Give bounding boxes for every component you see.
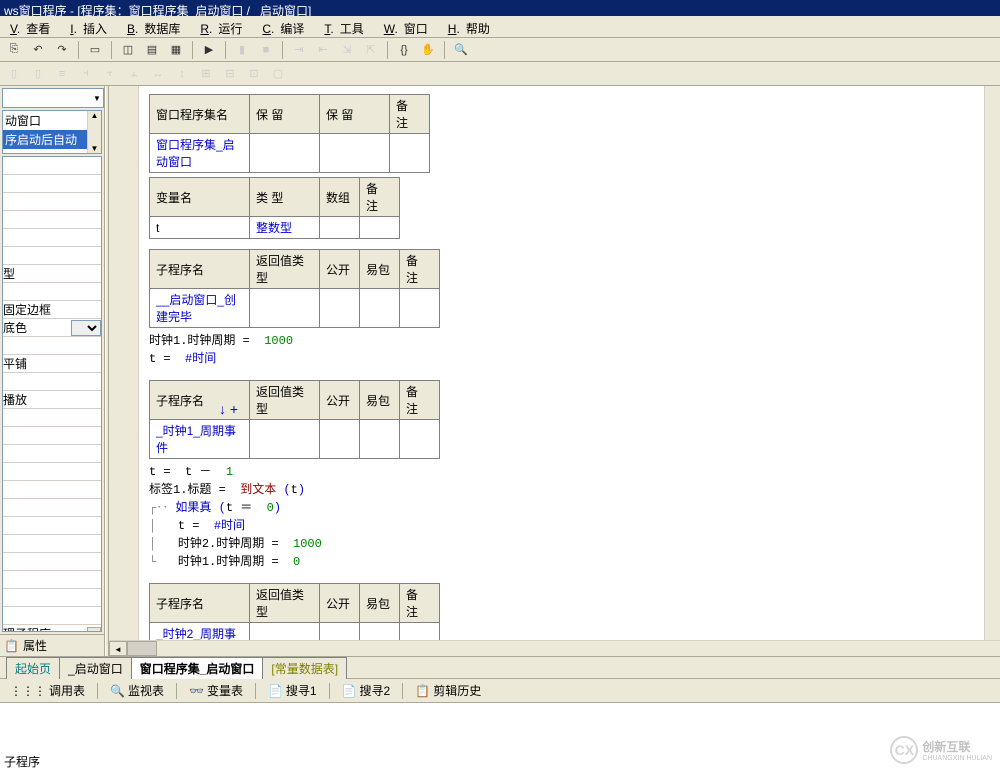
step2-icon[interactable]: ⇤ bbox=[313, 40, 333, 60]
title-bar: ws窗口程序 - [程序集：窗口程序集_启动窗口 / _启动窗口] bbox=[0, 0, 1000, 16]
var-type[interactable]: 整数型 bbox=[250, 217, 320, 239]
bottom-toolbar: ⋮⋮⋮调用表 🔍监视表 👓变量表 📄搜寻1 📄搜寻2 📋剪辑历史 bbox=[0, 678, 1000, 702]
align12-icon[interactable]: ▢ bbox=[268, 64, 288, 84]
menu-help[interactable]: H.帮助 bbox=[442, 18, 502, 35]
menu-insert[interactable]: I.插入 bbox=[64, 18, 119, 35]
prop-label: 播放 bbox=[3, 391, 27, 408]
tab-launch[interactable]: _启动窗口 bbox=[59, 657, 132, 679]
bt-var[interactable]: 👓变量表 bbox=[185, 680, 247, 701]
layout1-icon[interactable]: ◫ bbox=[118, 40, 138, 60]
step3-icon[interactable]: ⇲ bbox=[337, 40, 357, 60]
prop-label: 底色 bbox=[3, 319, 27, 336]
layout2-icon[interactable]: ▤ bbox=[142, 40, 162, 60]
prop-label: 理子程序 bbox=[3, 625, 51, 632]
align5-icon[interactable]: ⫟ bbox=[100, 64, 120, 84]
prop-label: 型 bbox=[3, 265, 15, 282]
property-grid[interactable]: 型 固定边框 底色 平铺 播放 理子程序... bbox=[2, 156, 102, 632]
editor-tabs: 起始页 _启动窗口 窗口程序集_启动窗口 [常量数据表] bbox=[0, 656, 1000, 678]
assembly-name[interactable]: 窗口程序集_启动窗口 bbox=[150, 134, 250, 173]
magnifier-icon: 🔍 bbox=[110, 684, 125, 698]
align2-icon[interactable]: ▯ bbox=[28, 64, 48, 84]
watermark: CX 创新互联CHUANGXIN HULIAN bbox=[890, 736, 992, 764]
menu-compile[interactable]: C.编译 bbox=[256, 18, 316, 35]
object-list[interactable]: 动窗口 序启动后自动 bbox=[2, 110, 102, 154]
bt-find2[interactable]: 📄搜寻2 bbox=[338, 680, 395, 701]
tab-assembly[interactable]: 窗口程序集_启动窗口 bbox=[131, 657, 264, 679]
gutter-marks: ↓ + bbox=[219, 401, 238, 417]
gutter bbox=[109, 86, 139, 640]
doc-icon: 📄 bbox=[268, 684, 283, 698]
sub-table-3: 子程序名返回值类型公开易包备 注 _时钟2_周期事件 bbox=[149, 583, 440, 640]
sub-name[interactable]: __启动窗口_创建完毕 bbox=[150, 289, 250, 328]
bt-find1[interactable]: 📄搜寻1 bbox=[264, 680, 321, 701]
sub-table-2: 子程序名返回值类型公开易包备 注 _时钟1_周期事件 bbox=[149, 380, 440, 459]
color-select[interactable] bbox=[71, 320, 101, 336]
vertical-scrollbar[interactable] bbox=[984, 86, 1000, 640]
output-line: 子程序 bbox=[4, 753, 40, 770]
code-block-2[interactable]: t = t － 1 标签1.标题 = 到文本 (t) ┌‥ 如果真 (t ＝ 0… bbox=[149, 463, 992, 571]
menu-run[interactable]: R.运行 bbox=[194, 18, 254, 35]
menu-bar: V.查看 I.插入 B.数据库 R.运行 C.编译 T.工具 W.窗口 H.帮助 bbox=[0, 16, 1000, 38]
editor-content[interactable]: 窗口程序集名保 留保 留备 注 窗口程序集_启动窗口 变量名类 型数组备 注 t… bbox=[109, 86, 1000, 640]
variable-table: 变量名类 型数组备 注 t整数型 bbox=[149, 177, 400, 239]
left-panel: 动窗口 序启动后自动 型 固定边框 底色 平铺 播放 理子程序... 📋 属性 bbox=[0, 86, 105, 656]
tab-start[interactable]: 起始页 bbox=[6, 657, 60, 679]
run-icon[interactable]: ▶ bbox=[199, 40, 219, 60]
object-dropdown[interactable] bbox=[2, 88, 104, 108]
prop-tabs: 📋 属性 bbox=[0, 634, 104, 656]
sub-name[interactable]: _时钟2_周期事件 bbox=[150, 623, 250, 641]
binoculars-icon[interactable]: 🔍 bbox=[451, 40, 471, 60]
align1-icon[interactable]: ▯ bbox=[4, 64, 24, 84]
stop-icon[interactable]: ■ bbox=[256, 40, 276, 60]
tab-const[interactable]: [常量数据表] bbox=[262, 657, 347, 679]
list-scrollbar[interactable] bbox=[87, 111, 101, 153]
align4-icon[interactable]: ⫞ bbox=[76, 64, 96, 84]
step4-icon[interactable]: ⇱ bbox=[361, 40, 381, 60]
align6-icon[interactable]: ⫠ bbox=[124, 64, 144, 84]
layout3-icon[interactable]: ▦ bbox=[166, 40, 186, 60]
bt-call[interactable]: ⋮⋮⋮调用表 bbox=[6, 680, 89, 701]
sub-name[interactable]: _时钟1_周期事件 bbox=[150, 420, 250, 459]
output-panel: 子程序 CX 创新互联CHUANGXIN HULIAN bbox=[0, 702, 1000, 772]
menu-tool[interactable]: T.工具 bbox=[318, 18, 375, 35]
toolbar-2: ▯ ▯ ≡ ⫞ ⫟ ⫠ ↔ ↕ ⊞ ⊟ ⊡ ▢ bbox=[0, 62, 1000, 86]
grid-icon: ⋮⋮⋮ bbox=[10, 684, 46, 698]
align11-icon[interactable]: ⊡ bbox=[244, 64, 264, 84]
bt-watch[interactable]: 🔍监视表 bbox=[106, 680, 168, 701]
menu-db[interactable]: B.数据库 bbox=[121, 18, 192, 35]
ellipsis-button[interactable]: ... bbox=[87, 627, 101, 632]
code-editor: 窗口程序集名保 留保 留备 注 窗口程序集_启动窗口 变量名类 型数组备 注 t… bbox=[109, 86, 1000, 656]
sub-table-1: 子程序名返回值类型公开易包备 注 __启动窗口_创建完毕 bbox=[149, 249, 440, 328]
align10-icon[interactable]: ⊟ bbox=[220, 64, 240, 84]
menu-window[interactable]: W.窗口 bbox=[378, 18, 440, 35]
prop-label: 平铺 bbox=[3, 355, 27, 372]
code-block-1[interactable]: 时钟1.时钟周期 = 1000 t = #时间 bbox=[149, 332, 992, 368]
prop-label: 固定边框 bbox=[3, 301, 51, 318]
step1-icon[interactable]: ⇥ bbox=[289, 40, 309, 60]
clip-icon: 📋 bbox=[415, 684, 430, 698]
align9-icon[interactable]: ⊞ bbox=[196, 64, 216, 84]
align7-icon[interactable]: ↔ bbox=[148, 64, 168, 84]
redo-icon[interactable]: ↷ bbox=[52, 40, 72, 60]
toolbar-1: ⎘ ↶ ↷ ▭ ◫ ▤ ▦ ▶ ▮ ■ ⇥ ⇤ ⇲ ⇱ {} ✋ 🔍 bbox=[0, 38, 1000, 62]
brace-icon[interactable]: {} bbox=[394, 40, 414, 60]
prop-tab-icon: 📋 bbox=[4, 639, 19, 653]
horizontal-scrollbar[interactable] bbox=[109, 640, 1000, 656]
undo-icon[interactable]: ↶ bbox=[28, 40, 48, 60]
pause-icon[interactable]: ▮ bbox=[232, 40, 252, 60]
menu-view[interactable]: V.查看 bbox=[4, 18, 62, 35]
doc-icon: 📄 bbox=[342, 684, 357, 698]
form-icon[interactable]: ▭ bbox=[85, 40, 105, 60]
prop-tab[interactable]: 属性 bbox=[23, 637, 47, 654]
copy-icon[interactable]: ⎘ bbox=[4, 40, 24, 60]
hand-icon[interactable]: ✋ bbox=[418, 40, 438, 60]
align3-icon[interactable]: ≡ bbox=[52, 64, 72, 84]
align8-icon[interactable]: ↕ bbox=[172, 64, 192, 84]
assembly-table: 窗口程序集名保 留保 留备 注 窗口程序集_启动窗口 bbox=[149, 94, 430, 173]
glasses-icon: 👓 bbox=[189, 684, 204, 698]
bt-clip[interactable]: 📋剪辑历史 bbox=[411, 680, 485, 701]
